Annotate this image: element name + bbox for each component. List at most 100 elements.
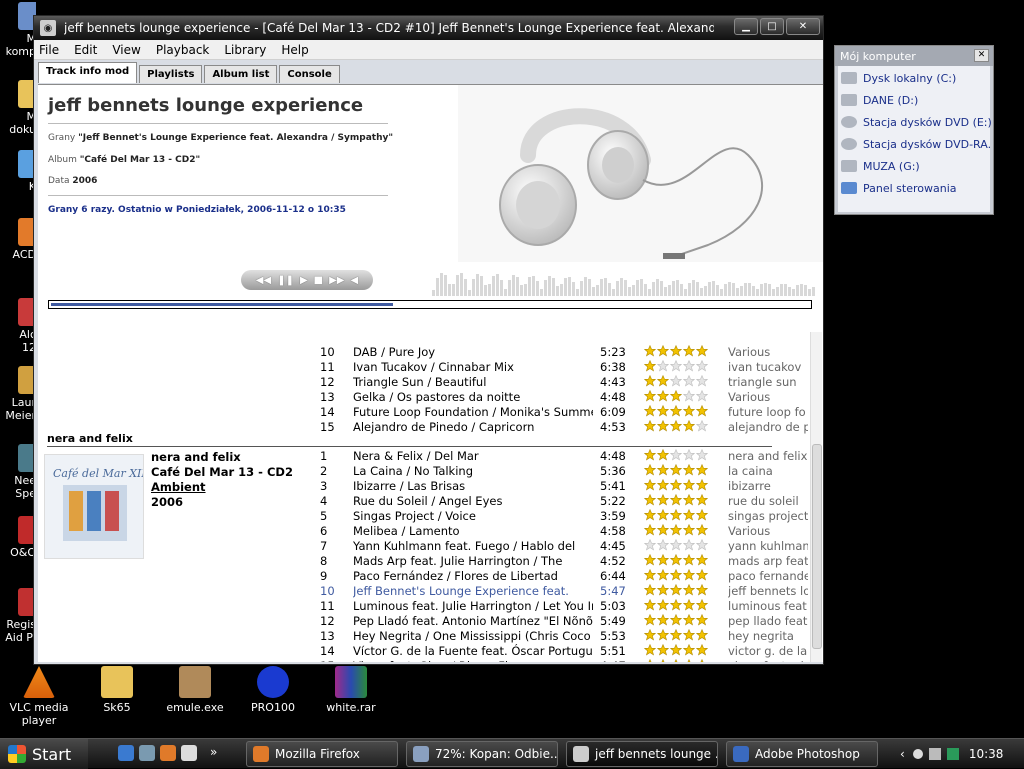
star-icon[interactable] [696, 569, 709, 583]
star-icon[interactable] [683, 614, 696, 628]
rating-stars[interactable] [644, 554, 714, 569]
playlist-scrollbar[interactable] [810, 332, 822, 662]
playlist-row[interactable]: 14 Future Loop Foundation / Monika's Summ… [38, 405, 808, 420]
star-icon[interactable] [696, 449, 709, 463]
playlist-row[interactable]: 6 Melibea / Lamento 4:58 Various [38, 524, 808, 539]
tray-chevron-icon[interactable]: ‹ [900, 747, 905, 761]
star-icon[interactable] [644, 345, 657, 359]
pause-icon[interactable]: ❚❚ [277, 275, 294, 286]
ie-icon[interactable] [118, 745, 134, 761]
star-icon[interactable] [683, 554, 696, 568]
control-panel[interactable]: Panel sterowania [841, 179, 991, 197]
tray-icon[interactable] [912, 749, 923, 759]
star-icon[interactable] [644, 405, 657, 419]
rating-stars[interactable] [644, 614, 714, 629]
playlist-row[interactable]: 12 Triangle Sun / Beautiful 4:43 triangle s… [38, 375, 808, 390]
menu-playback[interactable]: Playback [156, 43, 210, 57]
star-icon[interactable] [657, 479, 670, 493]
desktop-icon-sk65[interactable]: Sk65 [82, 666, 152, 714]
star-icon[interactable] [683, 464, 696, 478]
foobar-icon[interactable] [181, 745, 197, 761]
star-icon[interactable] [670, 644, 683, 658]
star-icon[interactable] [644, 554, 657, 568]
desktop-icon-alcohol[interactable]: Alc 12 [0, 298, 36, 360]
star-icon[interactable] [670, 584, 683, 598]
desktop-icon-acd[interactable]: ACD [0, 218, 36, 274]
rating-stars[interactable] [644, 390, 714, 405]
rating-stars[interactable] [644, 360, 714, 375]
rating-stars[interactable] [644, 449, 714, 464]
rating-stars[interactable] [644, 569, 714, 584]
rating-stars[interactable] [644, 539, 714, 554]
star-icon[interactable] [696, 554, 709, 568]
rating-stars[interactable] [644, 644, 714, 659]
desktop-icon-computer[interactable]: M komp [0, 2, 36, 68]
playlist-row[interactable]: 15 Viggo feat. Glow / Rivers Flow 4:47 vigg… [38, 659, 808, 662]
playlist-row[interactable]: 2 La Caina / No Talking 5:36 la caina [38, 464, 808, 479]
playlist-row[interactable]: 10 DAB / Pure Joy 5:23 Various [38, 345, 808, 360]
star-icon[interactable] [657, 345, 670, 359]
rating-stars[interactable] [644, 584, 714, 599]
star-icon[interactable] [644, 629, 657, 643]
desktop-icon-documents[interactable]: M doku [0, 80, 36, 142]
star-icon[interactable] [670, 614, 683, 628]
rating-stars[interactable] [644, 464, 714, 479]
desktop-icon-need-speed[interactable]: Nee Spe [0, 444, 36, 508]
playlist-row[interactable]: 14 Víctor G. de la Fuente feat. Óscar Por… [38, 644, 808, 659]
playlist-row[interactable]: 7 Yann Kuhlmann feat. Fuego / Hablo del 4:… [38, 539, 808, 554]
play-icon[interactable]: ▶ [300, 275, 308, 286]
tray-icon[interactable] [928, 748, 941, 760]
rating-stars[interactable] [644, 479, 714, 494]
star-icon[interactable] [696, 479, 709, 493]
star-icon[interactable] [644, 375, 657, 389]
rating-stars[interactable] [644, 659, 714, 662]
taskbar-foobar[interactable]: jeff bennets lounge ... [566, 741, 718, 767]
star-icon[interactable] [683, 659, 696, 662]
star-icon[interactable] [644, 644, 657, 658]
playlist-row[interactable]: 9 Paco Fernández / Flores de Libertad 6:44… [38, 569, 808, 584]
star-icon[interactable] [644, 494, 657, 508]
star-icon[interactable] [683, 494, 696, 508]
playlist-row[interactable]: 3 Ibizarre / Las Brisas 5:41 ibizarre [38, 479, 808, 494]
star-icon[interactable] [657, 464, 670, 478]
star-icon[interactable] [657, 614, 670, 628]
tab-playlists[interactable]: Playlists [139, 65, 203, 83]
star-icon[interactable] [696, 509, 709, 523]
star-icon[interactable] [657, 539, 670, 553]
star-icon[interactable] [670, 464, 683, 478]
star-icon[interactable] [657, 360, 670, 374]
drive-d[interactable]: DANE (D:) [841, 91, 991, 109]
star-icon[interactable] [683, 539, 696, 553]
rating-stars[interactable] [644, 494, 714, 509]
tab-console[interactable]: Console [279, 65, 340, 83]
star-icon[interactable] [657, 375, 670, 389]
star-icon[interactable] [670, 390, 683, 404]
star-icon[interactable] [657, 420, 670, 434]
playlist-row[interactable]: 11 Luminous feat. Julie Harrington / Let … [38, 599, 808, 614]
seek-bar[interactable] [48, 300, 812, 309]
rating-stars[interactable] [644, 509, 714, 524]
playlist-row[interactable]: 5 Singas Project / Voice 3:59 singas projec… [38, 509, 808, 524]
star-icon[interactable] [644, 509, 657, 523]
star-icon[interactable] [683, 390, 696, 404]
star-icon[interactable] [683, 405, 696, 419]
playlist-row[interactable]: 11 Ivan Tucakov / Cinnabar Mix 6:38 ivan tu… [38, 360, 808, 375]
star-icon[interactable] [644, 390, 657, 404]
star-icon[interactable] [683, 479, 696, 493]
stop-icon[interactable]: ■ [314, 275, 323, 286]
close-button[interactable]: ✕ [974, 49, 989, 62]
star-icon[interactable] [670, 539, 683, 553]
volume-icon[interactable]: ◀ [351, 275, 359, 286]
playlist-row[interactable]: 8 Mads Arp feat. Julie Harrington / The 4:… [38, 554, 808, 569]
rating-stars[interactable] [644, 599, 714, 614]
taskbar-photoshop[interactable]: Adobe Photoshop [726, 741, 878, 767]
star-icon[interactable] [644, 569, 657, 583]
next-icon[interactable]: ▶▶ [329, 275, 344, 286]
taskbar-kopan[interactable]: 72%: Kopan: Odbie... [406, 741, 558, 767]
desktop-icon[interactable] [139, 745, 155, 761]
chevron-icon[interactable]: » [210, 745, 217, 761]
desktop-icon-white-rar[interactable]: white.rar [316, 666, 386, 714]
maximize-button[interactable]: □ [760, 18, 784, 35]
desktop-icon-k[interactable]: K [0, 150, 36, 200]
drive-g[interactable]: MUZA (G:) [841, 157, 991, 175]
